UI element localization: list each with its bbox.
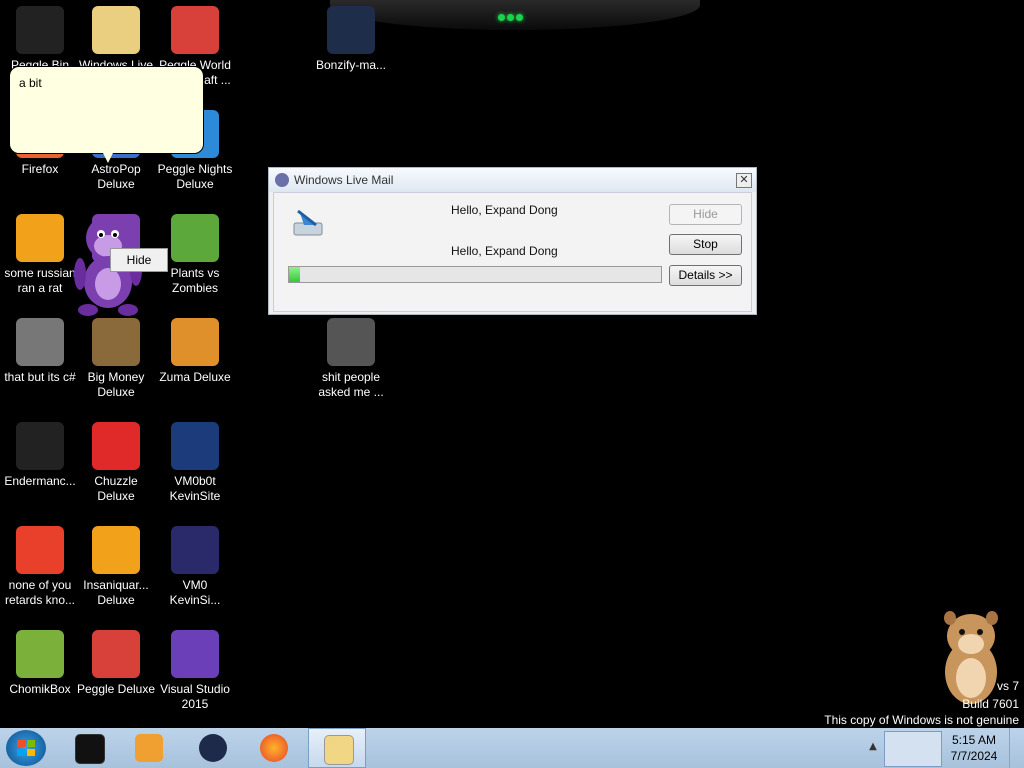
zuma-deluxe-icon	[171, 318, 219, 366]
bin-icon	[75, 734, 105, 764]
desktop-icon-bonzify[interactable]: Bonzify-ma...	[311, 6, 391, 73]
desktop-icon-label: Big Money Deluxe	[87, 370, 145, 399]
dialog-titlebar[interactable]: Windows Live Mail ✕	[269, 168, 756, 192]
balloon-text: a bit	[19, 76, 42, 90]
desktop-icon-shit-people[interactable]: shit people asked me ...	[311, 318, 391, 400]
progress-bar	[288, 266, 662, 283]
desktop-icon-big-money[interactable]: Big Money Deluxe	[76, 318, 156, 400]
stop-button[interactable]: Stop	[669, 234, 742, 255]
desktop-icon-endermanch[interactable]: Endermanc...	[0, 422, 80, 489]
desktop-icon-label: Firefox	[21, 162, 59, 176]
hide-button[interactable]: Hide	[669, 204, 742, 225]
that-but-c-icon	[16, 318, 64, 366]
desktop-icon-label: Bonzify-ma...	[315, 58, 387, 72]
insaniquarium-icon	[92, 526, 140, 574]
desktop-icon-label: that but its c#	[4, 370, 76, 384]
peggle-bin-icon	[16, 6, 64, 54]
windows-live-mail-icon	[92, 6, 140, 54]
hamster-icon	[944, 611, 998, 704]
windows-live-mail-icon	[275, 173, 289, 187]
bonzi-buddy-character[interactable]: Hide	[68, 210, 168, 325]
bonzi-speech-balloon: a bit	[9, 66, 204, 163]
details-button[interactable]: Details >>	[669, 265, 742, 286]
taskbar-firefox[interactable]	[245, 728, 303, 768]
start-button[interactable]	[6, 730, 46, 766]
show-desktop-button[interactable]	[1009, 728, 1024, 768]
dialog-title: Windows Live Mail	[294, 173, 394, 187]
status-led-icon	[498, 6, 526, 21]
windows-live-mail-dialog: Windows Live Mail ✕ Hello, Expand Dong H…	[268, 167, 757, 315]
chomikbox-icon	[16, 630, 64, 678]
visual-studio-2015-icon	[171, 630, 219, 678]
desktop-icon-zuma-deluxe[interactable]: Zuma Deluxe	[155, 318, 235, 385]
vm0-kevinsi-icon	[171, 526, 219, 574]
desktop-icon-label: shit people asked me ...	[318, 370, 384, 399]
balloon-tail	[102, 151, 114, 163]
desktop-icon-peggle-bin[interactable]: Peggle Bin	[0, 6, 80, 73]
taskbar-media-player[interactable]	[120, 728, 178, 768]
steam-icon	[199, 734, 227, 762]
desktop-icon-label: ChomikBox	[9, 682, 71, 696]
none-of-you-icon	[16, 526, 64, 574]
desktop-icon-label: Peggle Nights Deluxe	[157, 162, 233, 191]
clock-date: 7/7/2024	[950, 749, 998, 763]
close-button[interactable]: ✕	[736, 173, 752, 188]
firefox-icon	[260, 734, 288, 762]
desktop-icon-vm0-kevinsi[interactable]: VM0 KevinSi...	[155, 526, 235, 608]
watermark-not-genuine: This copy of Windows is not genuine	[824, 713, 1019, 727]
big-money-icon	[92, 318, 140, 366]
desktop-icon-label: none of you retards kno...	[4, 578, 76, 607]
desktop-icon-label: Peggle Deluxe	[76, 682, 156, 696]
desktop-icon-label: Endermanc...	[4, 474, 76, 488]
plants-vs-zombies-icon	[171, 214, 219, 262]
tray-expand-icon[interactable]: ▲	[867, 738, 879, 756]
send-receive-icon	[293, 209, 323, 236]
peggle-deluxe-icon	[92, 630, 140, 678]
desktop-icon-vm0b0t[interactable]: VM0b0t KevinSite	[155, 422, 235, 504]
watermark-version: vs 7	[996, 679, 1019, 693]
desktop-icon-label: Chuzzle Deluxe	[94, 474, 138, 503]
bonzify-icon	[327, 6, 375, 54]
bonzi-hide-button[interactable]: Hide	[110, 248, 168, 272]
desktop-icon-label: AstroPop Deluxe	[91, 162, 141, 191]
taskbar-steam[interactable]	[184, 728, 242, 768]
desktop-icon-that-but-c[interactable]: that but its c#	[0, 318, 80, 385]
media-player-icon	[135, 734, 163, 762]
progress-fill	[289, 267, 301, 282]
desktop-icon-none-of-you[interactable]: none of you retards kno...	[0, 526, 80, 608]
hamster-character[interactable]	[936, 606, 1006, 706]
desktop-icon-label: Insaniquar... Deluxe	[83, 578, 149, 607]
desktop-icon-peggle-deluxe[interactable]: Peggle Deluxe	[76, 630, 156, 697]
watermark-build: Build 7601	[962, 697, 1019, 711]
desktop-icon-label: VM0b0t KevinSite	[169, 474, 221, 503]
dialog-panel: Hello, Expand Dong Hello, Expand Dong Hi…	[273, 192, 752, 312]
mail-icon	[324, 735, 354, 765]
taskbar-peggle-bin[interactable]	[60, 728, 118, 768]
status-message-1: Hello, Expand Dong	[451, 203, 558, 217]
desktop-icon-label: Visual Studio 2015	[160, 682, 230, 711]
desktop-icon-visual-studio-2015[interactable]: Visual Studio 2015	[155, 630, 235, 712]
desktop-icon-chuzzle[interactable]: Chuzzle Deluxe	[76, 422, 156, 504]
chuzzle-icon	[92, 422, 140, 470]
endermanch-icon	[16, 422, 64, 470]
taskbar: ▲ 5:15 AM 7/7/2024	[0, 728, 1024, 768]
peggle-world-icon	[171, 6, 219, 54]
tray-network-icon[interactable]	[884, 731, 942, 767]
clock-time: 5:15 AM	[951, 733, 997, 747]
vm0b0t-icon	[171, 422, 219, 470]
desktop-icon-label: VM0 KevinSi...	[169, 578, 221, 607]
desktop-icon-insaniquarium[interactable]: Insaniquar... Deluxe	[76, 526, 156, 608]
taskbar-windows-live-mail[interactable]	[308, 728, 366, 768]
status-message-2: Hello, Expand Dong	[451, 244, 558, 258]
some-russian-icon	[16, 214, 64, 262]
desktop-icon-label: Zuma Deluxe	[159, 370, 231, 384]
windows-logo-icon	[17, 740, 35, 756]
desktop-icon-chomikbox[interactable]: ChomikBox	[0, 630, 80, 697]
clock[interactable]: 5:15 AM 7/7/2024	[944, 732, 1004, 764]
shit-people-icon	[327, 318, 375, 366]
